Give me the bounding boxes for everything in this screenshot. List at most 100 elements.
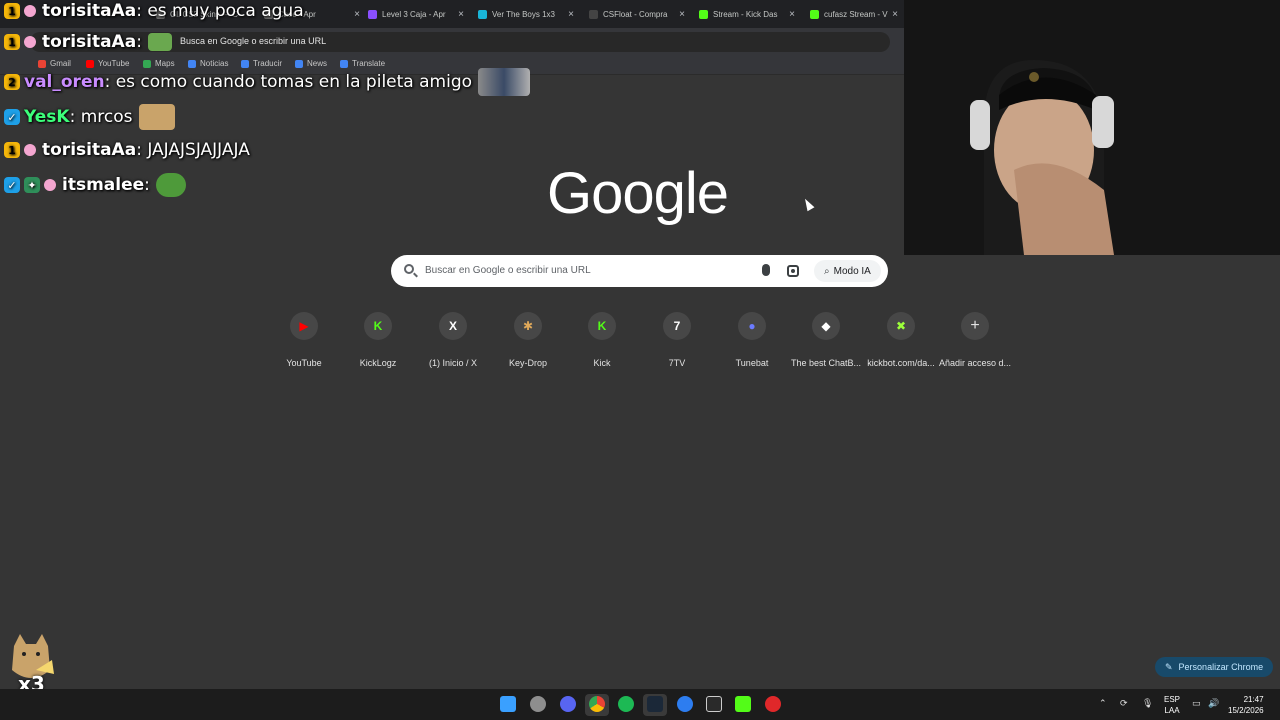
tab-3[interactable]: Level 3 Caja - Apr ×: [362, 3, 470, 25]
shortcut-youtube[interactable]: ▶ YouTube: [267, 312, 341, 368]
tab-5[interactable]: CSFloat - Compra ×: [583, 3, 691, 25]
chat-emblem-icon: [24, 5, 36, 17]
tab-title: cufasz Stream - V: [824, 9, 888, 19]
taskbar: ⌃ ⟳ 🎙 ESP LAA ▭ 🔊 21:47 15/2/2026: [0, 689, 1280, 720]
bookmark-noticias[interactable]: Noticias: [188, 59, 228, 68]
kicklogz-icon: K: [364, 312, 392, 340]
close-icon[interactable]: ×: [679, 9, 685, 20]
shortcut-label: Key-Drop: [508, 358, 547, 368]
close-icon[interactable]: ×: [892, 9, 898, 20]
shortcut-key-drop[interactable]: ✱ Key-Drop: [491, 312, 565, 368]
emote-icon: [147, 33, 172, 51]
bookmark-youtube[interactable]: YouTube: [86, 59, 129, 68]
discord-icon[interactable]: [560, 696, 576, 712]
chat-message: 2 val_oren : es como cuando tomas en la …: [4, 68, 531, 96]
omnibox-text: Busca en Google o escribir una URL: [180, 36, 327, 46]
shortcut-label: kickbot.com/da...: [867, 358, 935, 368]
webcam-overlay: [904, 0, 1280, 255]
epic-games-icon[interactable]: [706, 696, 722, 712]
chat-message: 1 torisitaAa : JAJAJSJAJJAJA: [4, 140, 250, 160]
pepe-emote-icon: [155, 173, 186, 197]
chat-message: 1 torisitaAa : es muy poca agua: [4, 1, 304, 21]
bookmark-label: Gmail: [50, 59, 71, 68]
clock[interactable]: 21:47 15/2/2026: [1228, 694, 1264, 716]
tab-favicon-icon: [478, 9, 487, 19]
chrome-icon[interactable]: [589, 696, 605, 712]
tab-favicon-icon: [699, 9, 708, 19]
search-input[interactable]: Buscar en Google o escribir una URL: [425, 265, 591, 276]
language-indicator[interactable]: ESP LAA: [1164, 694, 1180, 716]
shortcut-kick[interactable]: K Kick: [565, 312, 639, 368]
chat-emblem-icon: [24, 144, 36, 156]
kickbot-icon: ✖: [887, 312, 915, 340]
tunebat-icon: ●: [738, 312, 766, 340]
chevron-up-icon[interactable]: ⌃: [1099, 698, 1107, 709]
shortcut-7tv[interactable]: 7 7TV: [640, 312, 714, 368]
mouse-cursor-icon: [801, 196, 815, 212]
spotify-icon[interactable]: [618, 696, 634, 712]
gmail-icon: [38, 59, 46, 68]
x-icon: X: [439, 312, 467, 340]
close-icon[interactable]: ×: [354, 9, 360, 20]
bookmark-maps[interactable]: Maps: [143, 59, 175, 68]
shortcut-add[interactable]: + Añadir acceso d...: [938, 312, 1012, 368]
news-icon: [295, 59, 303, 68]
tab-title: Ver The Boys 1x3: [492, 9, 555, 19]
microphone-icon[interactable]: [762, 264, 770, 276]
steam-icon[interactable]: [647, 696, 663, 712]
chat-username: YesK: [24, 107, 70, 127]
tab-title: Level 3 Caja - Apr: [382, 9, 446, 19]
shortcut-tunebat[interactable]: ● Tunebat: [715, 312, 789, 368]
verified-badge-icon: ✓: [4, 109, 20, 125]
shortcut-kicklogz[interactable]: K KickLogz: [341, 312, 415, 368]
customize-chrome-button[interactable]: ✎ Personalizar Chrome: [1155, 657, 1274, 677]
app-icon[interactable]: [677, 696, 693, 712]
subscriber-badge-icon: 1: [4, 142, 20, 158]
search-box[interactable]: Buscar en Google o escribir una URL ⌕ Mo…: [391, 255, 888, 287]
app-icon[interactable]: [765, 696, 781, 712]
youtube-icon: [86, 59, 94, 68]
volume-icon[interactable]: 🔊: [1208, 698, 1219, 709]
chat-text: : es como cuando tomas en la pileta amig…: [104, 72, 473, 92]
close-icon[interactable]: ×: [568, 9, 574, 20]
bookmark-label: YouTube: [98, 59, 130, 68]
close-icon[interactable]: ×: [789, 9, 795, 20]
chat-text: :: [136, 32, 142, 52]
ai-mode-button[interactable]: ⌕ Modo IA: [814, 260, 881, 282]
maps-icon: [143, 59, 151, 68]
microphone-icon[interactable]: 🎙: [1142, 698, 1153, 709]
subscriber-badge-icon: 1: [4, 3, 20, 19]
tab-4[interactable]: Ver The Boys 1x3 ×: [472, 3, 580, 25]
translate-icon: [241, 59, 249, 68]
kick-icon: K: [588, 312, 616, 340]
shortcut-kickbot[interactable]: ✖ kickbot.com/da...: [864, 312, 938, 368]
bookmark-news[interactable]: News: [295, 59, 327, 68]
shortcut-chatbot[interactable]: ◆ The best ChatB...: [789, 312, 863, 368]
subscriber-badge-icon: 1: [4, 34, 20, 50]
tab-favicon-icon: [810, 9, 819, 19]
chat-text: :: [144, 175, 150, 195]
shortcut-label: KickLogz: [359, 358, 397, 368]
tab-6[interactable]: Stream - Kick Das ×: [693, 3, 801, 25]
sync-icon[interactable]: ⟳: [1120, 698, 1128, 709]
customize-label: Personalizar Chrome: [1178, 662, 1264, 672]
key-drop-icon: ✱: [514, 312, 542, 340]
bookmark-translate[interactable]: Translate: [340, 59, 385, 68]
tab-favicon-icon: [589, 9, 598, 19]
ai-mode-icon: ⌕: [824, 265, 830, 277]
shortcut-label: Kick: [593, 358, 611, 368]
verified-badge-icon: ✓: [4, 177, 20, 193]
shortcut-x[interactable]: X (1) Inicio / X: [416, 312, 490, 368]
close-icon[interactable]: ×: [458, 9, 464, 20]
bookmark-label: Maps: [155, 59, 175, 68]
kick-icon[interactable]: [735, 696, 751, 712]
bookmark-traducir[interactable]: Traducir: [241, 59, 282, 68]
display-icon[interactable]: ▭: [1192, 698, 1201, 709]
lens-icon[interactable]: [787, 265, 799, 277]
windows-start-icon[interactable]: [500, 696, 516, 712]
subscriber-badge-icon: 2: [4, 74, 20, 90]
shortcut-label: 7TV: [668, 358, 686, 368]
app-icon[interactable]: [530, 696, 546, 712]
tab-7[interactable]: cufasz Stream - V ×: [804, 3, 904, 25]
bookmark-gmail[interactable]: Gmail: [38, 59, 71, 68]
